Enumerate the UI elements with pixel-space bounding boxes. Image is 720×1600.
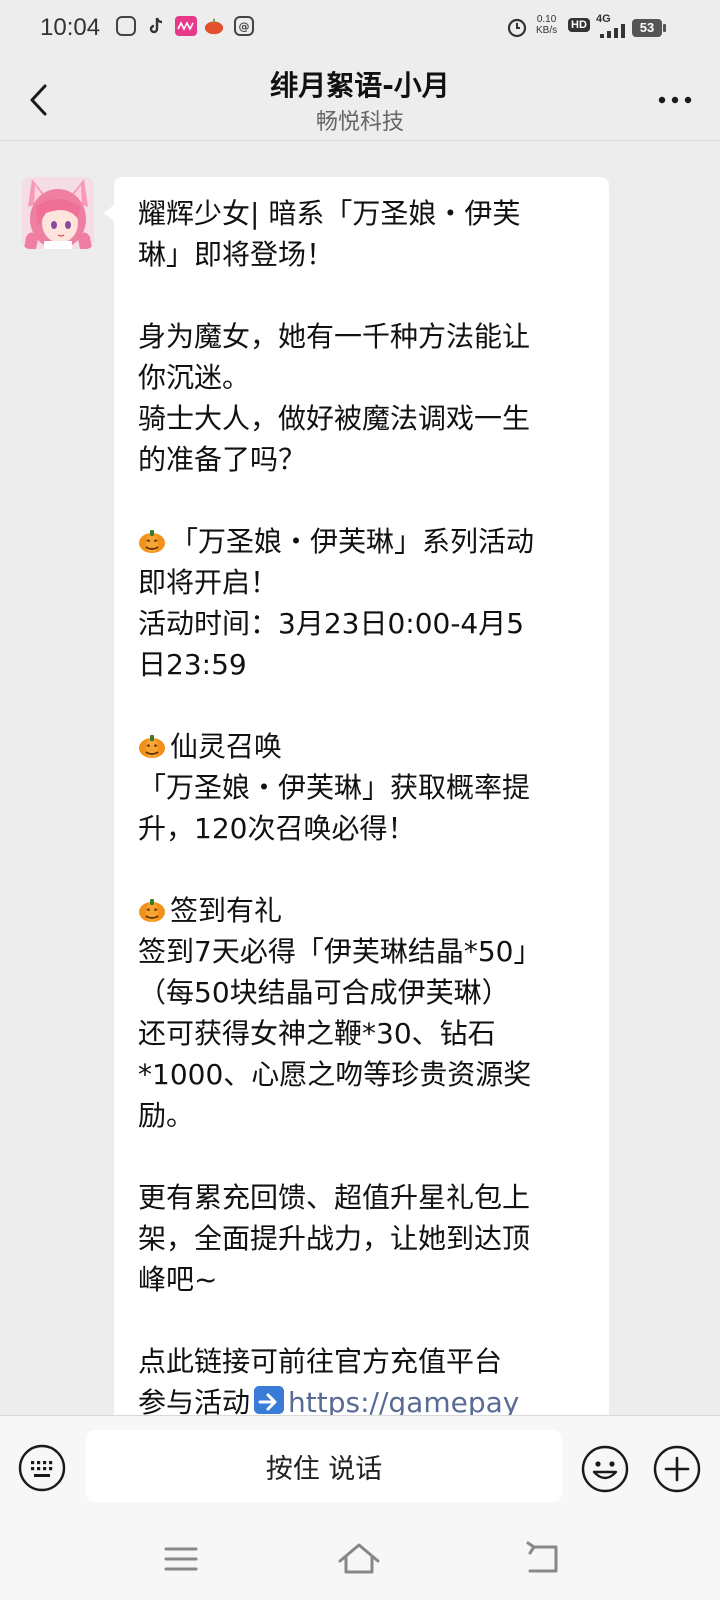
- message-gap: [138, 1300, 585, 1341]
- more-functions-button[interactable]: [652, 1444, 702, 1494]
- message-line: 骑士大人，做好被魔法调戏一生: [138, 402, 531, 435]
- message-gap: [138, 685, 585, 726]
- more-dots-icon: [658, 96, 692, 104]
- message-bubble[interactable]: 耀辉少女| 暗系「万圣娘・伊芙 琳」即将登场！ 身为魔女，她有一千种方法能让 你…: [114, 177, 609, 1415]
- message-line: 签到7天必得「伊芙琳结晶*50」: [138, 935, 542, 968]
- home-icon: [338, 1543, 380, 1574]
- activity-link[interactable]: https://gamepay: [288, 1386, 519, 1415]
- message-line: 参与活动 https://gamepay: [138, 1382, 585, 1415]
- message-gap: [138, 480, 585, 521]
- plus-icon: [653, 1445, 701, 1493]
- message-line: 架，全面提升战力，让她到达顶: [138, 1222, 531, 1255]
- message-line: 你沉迷。: [138, 361, 251, 394]
- message-line: 琳」即将登场！: [138, 238, 335, 271]
- message-line: 点此链接可前往官方充值平台: [138, 1345, 503, 1378]
- network-speed: 0.10: [536, 14, 557, 25]
- back-nav-icon: [526, 1541, 558, 1573]
- chat-header: 绯月絮语-小月 畅悦科技: [0, 60, 720, 140]
- message-line: 升，120次召唤必得！: [138, 812, 416, 845]
- tiktok-icon: [146, 16, 166, 36]
- pumpkin-icon: [139, 735, 165, 758]
- status-time: 10:04: [40, 14, 101, 41]
- battery-tip: [663, 24, 666, 32]
- message-line: 仙灵召唤: [138, 726, 585, 767]
- hold-to-talk-button[interactable]: 按住 说话: [86, 1430, 562, 1502]
- message-line: 耀辉少女| 暗系「万圣娘・伊芙: [138, 197, 521, 230]
- battery-level: 53: [632, 19, 662, 37]
- photo-app-icon: [175, 16, 197, 36]
- pumpkin-icon: [139, 530, 165, 553]
- message-gap: [138, 849, 585, 890]
- message-line-text: 参与活动: [138, 1386, 251, 1415]
- input-bar: 按住 说话: [0, 1415, 720, 1521]
- alarm-icon: [506, 16, 528, 41]
- back-nav-button[interactable]: [520, 1539, 566, 1579]
- message-line: 日23:59: [138, 648, 247, 681]
- message-line: 「万圣娘・伊芙琳」获取概率提: [138, 771, 531, 804]
- message-line: 峰吧~: [138, 1263, 218, 1296]
- message-line: 励。: [138, 1099, 195, 1132]
- message-line: 身为魔女，她有一千种方法能让: [138, 320, 531, 353]
- status-bar: 10:04 @ 0.10 KB/s HD 4G 53: [0, 0, 720, 60]
- message-gap: [138, 1136, 585, 1177]
- right-arrow-icon: [254, 1386, 285, 1414]
- keyboard-toggle-button[interactable]: [18, 1444, 66, 1492]
- system-nav-bar: [0, 1521, 720, 1600]
- more-options-button[interactable]: [650, 82, 700, 118]
- message-line: 更有累充回馈、超值升星礼包上: [138, 1181, 531, 1214]
- signal-icon: [600, 24, 628, 41]
- message-line-text: 仙灵召唤: [170, 730, 283, 763]
- app-notification-icon: [116, 16, 136, 36]
- keyboard-icon: [18, 1444, 66, 1492]
- message-line-text: 签到有礼: [170, 894, 283, 927]
- message-line: *1000、心愿之吻等珍贵资源奖: [138, 1058, 532, 1091]
- recent-apps-button[interactable]: [158, 1539, 204, 1579]
- message-line: 还可获得女神之鞭*30、钻石: [138, 1017, 496, 1050]
- chat-subtitle: 畅悦科技: [315, 110, 404, 135]
- message-text[interactable]: 耀辉少女| 暗系「万圣娘・伊芙 琳」即将登场！ 身为魔女，她有一千种方法能让 你…: [138, 193, 585, 1415]
- emoji-button[interactable]: [580, 1444, 630, 1494]
- message-gap: [138, 275, 585, 316]
- home-button[interactable]: [336, 1539, 382, 1579]
- mail-app-icon: @: [234, 16, 254, 36]
- message-line: 签到有礼: [138, 890, 585, 931]
- message-line: 「万圣娘・伊芙琳」系列活动: [138, 521, 585, 562]
- pumpkin-app-icon: [204, 16, 224, 36]
- pumpkin-icon: [139, 899, 165, 922]
- hd-badge: HD: [568, 18, 590, 32]
- message-line: 活动时间：3月23日0:00-4月5: [138, 607, 525, 640]
- network-speed-unit: KB/s: [536, 25, 558, 36]
- message-line-text: 「万圣娘・伊芙琳」系列活动: [170, 525, 535, 558]
- menu-icon: [164, 1547, 198, 1571]
- chat-area[interactable]: 耀辉少女| 暗系「万圣娘・伊芙 琳」即将登场！ 身为魔女，她有一千种方法能让 你…: [0, 141, 720, 1415]
- message-line: 即将开启！: [138, 566, 279, 599]
- message-line: 的准备了吗？: [138, 443, 307, 476]
- emoji-icon: [581, 1445, 629, 1493]
- avatar[interactable]: [22, 177, 94, 249]
- message-line: （每50块结晶可合成伊芙琳）: [138, 976, 510, 1009]
- chat-title: 绯月絮语-小月: [270, 69, 450, 102]
